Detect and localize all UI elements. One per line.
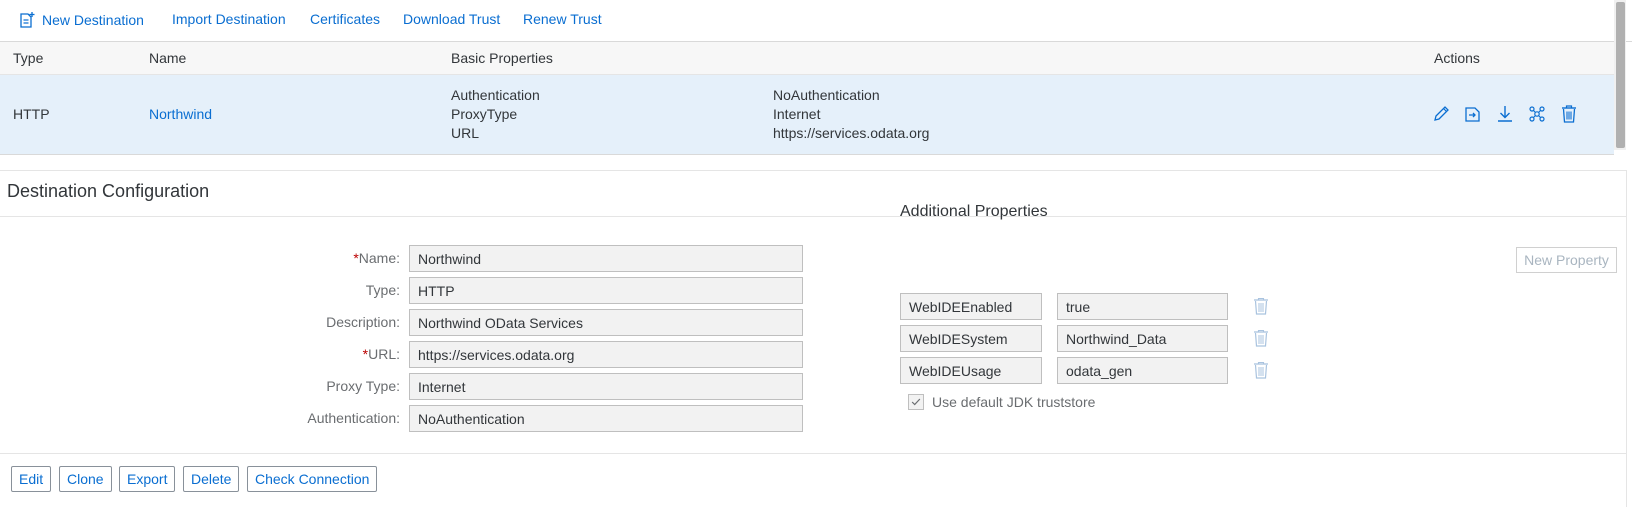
- row-actions: [1432, 104, 1578, 124]
- property-name: ProxyType: [451, 106, 518, 122]
- download-icon[interactable]: [1496, 104, 1514, 124]
- name-field[interactable]: Northwind: [409, 245, 803, 272]
- column-header-actions: Actions: [1434, 50, 1480, 66]
- checkmark-icon: [911, 398, 921, 406]
- property-value-field[interactable]: true: [1057, 293, 1228, 320]
- edit-icon[interactable]: [1432, 104, 1450, 124]
- description-field[interactable]: Northwind OData Services: [409, 309, 803, 336]
- check-connection-button[interactable]: Check Connection: [247, 466, 378, 492]
- truststore-checkbox[interactable]: [908, 394, 924, 410]
- column-header-name: Name: [149, 50, 187, 66]
- property-key-field[interactable]: WebIDEEnabled: [900, 293, 1042, 320]
- delete-property-icon[interactable]: [1253, 297, 1269, 315]
- destination-configuration-panel: Destination Configuration *Name: Northwi…: [0, 170, 1627, 507]
- delete-button[interactable]: Delete: [183, 466, 240, 492]
- type-field[interactable]: HTTP: [409, 277, 803, 304]
- divider: [0, 453, 1627, 454]
- url-label: *URL:: [362, 346, 400, 362]
- row-type: HTTP: [13, 106, 50, 122]
- authentication-field[interactable]: NoAuthentication: [409, 405, 803, 432]
- delete-icon[interactable]: [1560, 104, 1578, 124]
- hierarchy-icon[interactable]: [1528, 104, 1546, 124]
- property-value-field[interactable]: Northwind_Data: [1057, 325, 1228, 352]
- property-value: Internet: [773, 106, 821, 122]
- proxy-type-field[interactable]: Internet: [409, 373, 803, 400]
- certificates-button[interactable]: Certificates: [310, 11, 380, 27]
- property-value: NoAuthentication: [773, 87, 880, 103]
- additional-properties-title: Additional Properties: [900, 203, 1048, 220]
- property-value-field[interactable]: odata_gen: [1057, 357, 1228, 384]
- new-destination-button[interactable]: New Destination: [18, 11, 144, 29]
- column-header-basic-properties: Basic Properties: [451, 50, 553, 66]
- property-key-field[interactable]: WebIDESystem: [900, 325, 1042, 352]
- renew-trust-button[interactable]: Renew Trust: [523, 11, 602, 27]
- proxy-type-label: Proxy Type:: [326, 378, 400, 394]
- delete-property-icon[interactable]: [1253, 361, 1269, 379]
- row-name-link[interactable]: Northwind: [149, 106, 212, 122]
- property-value: https://services.odata.org: [773, 125, 930, 141]
- property-key-field[interactable]: WebIDEUsage: [900, 357, 1042, 384]
- divider: [0, 216, 1627, 217]
- export-button[interactable]: Export: [119, 466, 176, 492]
- import-destination-button[interactable]: Import Destination: [172, 11, 286, 27]
- panel-border: [1626, 171, 1627, 507]
- delete-property-icon[interactable]: [1253, 329, 1269, 347]
- clone-button[interactable]: Clone: [59, 466, 112, 492]
- edit-button[interactable]: Edit: [11, 466, 52, 492]
- url-field[interactable]: https://services.odata.org: [409, 341, 803, 368]
- export-icon[interactable]: [1464, 104, 1482, 124]
- truststore-label: Use default JDK truststore: [932, 394, 1096, 410]
- new-property-button[interactable]: New Property: [1516, 247, 1617, 273]
- download-trust-button[interactable]: Download Trust: [403, 11, 500, 27]
- toolbar: New Destination Import Destination Certi…: [0, 0, 1632, 42]
- row-property-names: Authentication ProxyType URL: [451, 86, 540, 143]
- table-row[interactable]: HTTP Northwind Authentication ProxyType …: [0, 75, 1614, 155]
- config-title: Destination Configuration: [7, 181, 210, 201]
- type-label: Type:: [365, 282, 400, 298]
- authentication-label: Authentication:: [307, 410, 400, 426]
- description-label: Description:: [326, 314, 400, 330]
- row-property-values: NoAuthentication Internet https://servic…: [773, 86, 929, 143]
- new-destination-label: New Destination: [42, 12, 144, 28]
- table-scrollbar-thumb[interactable]: [1616, 2, 1625, 148]
- property-name: URL: [451, 125, 480, 141]
- new-document-icon: [20, 12, 35, 28]
- table-header: Type Name Basic Properties Actions: [0, 42, 1614, 75]
- property-name: Authentication: [451, 87, 540, 103]
- column-header-type: Type: [13, 50, 44, 66]
- name-label: *Name:: [353, 250, 400, 266]
